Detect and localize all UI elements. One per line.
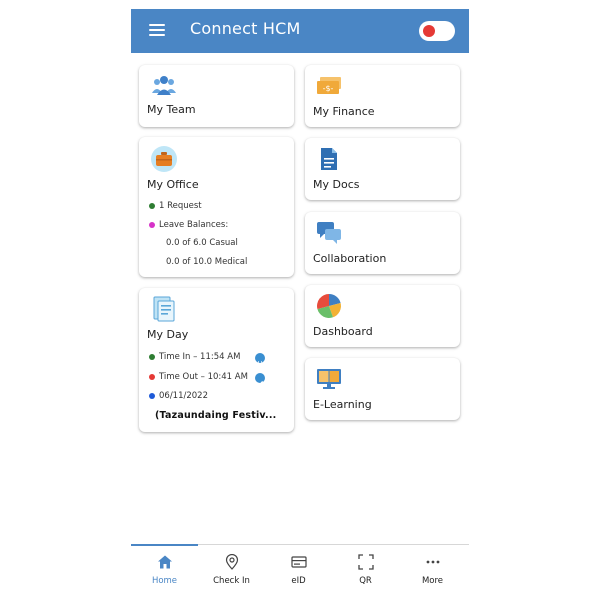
nav-item-eid[interactable]: eID <box>265 545 332 592</box>
card-title: My Day <box>147 328 189 341</box>
nav-item-check-in[interactable]: Check In <box>198 545 265 592</box>
card-elearning[interactable]: E-Learning <box>305 358 460 420</box>
chat-icon <box>317 222 341 244</box>
app-title: Connect HCM <box>190 19 301 38</box>
hamburger-menu-icon[interactable] <box>149 24 165 36</box>
book-icon <box>317 369 341 389</box>
nav-item-more[interactable]: More <box>399 545 466 592</box>
nav-label: Home <box>151 576 178 586</box>
card-title: E-Learning <box>313 398 372 411</box>
card-my-office[interactable]: My Office 1 Request Leave Balances: 0.0 … <box>139 137 294 277</box>
card-my-finance[interactable]: -$- My Finance <box>305 65 460 127</box>
nav-item-qr[interactable]: QR <box>332 545 399 592</box>
card-my-team[interactable]: My Team <box>139 65 294 127</box>
request-row[interactable]: 1 Request <box>149 201 202 211</box>
more-dots-icon <box>426 560 440 564</box>
status-dot <box>149 374 155 380</box>
toggle-knob <box>423 25 435 37</box>
home-badge-icon: H <box>255 353 265 368</box>
status-dot <box>149 203 155 209</box>
status-dot <box>149 393 155 399</box>
date-row: 06/11/2022 <box>149 391 208 401</box>
nav-label: More <box>421 576 444 586</box>
nav-label: QR <box>359 576 372 586</box>
id-card-icon <box>291 556 307 568</box>
location-pin-icon <box>225 554 239 570</box>
check-badge-icon <box>255 373 265 386</box>
qr-scan-icon <box>358 554 374 570</box>
briefcase-icon <box>151 146 177 172</box>
leave-balances-row: Leave Balances: <box>149 220 228 230</box>
card-title: My Docs <box>313 178 360 191</box>
status-dot <box>149 354 155 360</box>
time-out-text: Time Out – 10:41 AM <box>159 372 248 382</box>
time-in-text: Time In – 11:54 AM <box>159 352 241 362</box>
leave-casual: 0.0 of 6.0 Casual <box>166 238 238 248</box>
nav-label: Check In <box>213 576 250 586</box>
svg-text:H: H <box>258 361 263 368</box>
app-bar: Connect HCM <box>131 9 469 53</box>
status-dot <box>149 222 155 228</box>
card-my-docs[interactable]: My Docs <box>305 138 460 200</box>
active-indicator <box>131 544 198 546</box>
team-icon <box>152 76 176 95</box>
time-in-row: Time In – 11:54 AM <box>149 352 240 362</box>
time-out-row: Time Out – 10:41 AM <box>149 372 248 382</box>
nav-item-home[interactable]: Home <box>131 544 198 592</box>
leave-medical: 0.0 of 10.0 Medical <box>166 257 248 267</box>
card-my-day[interactable]: My Day Time In – 11:54 AM H Time Out – 1… <box>139 288 294 432</box>
status-toggle[interactable] <box>419 21 455 41</box>
bottom-nav: Home Check In eID QR More <box>131 544 469 592</box>
card-collaboration[interactable]: Collaboration <box>305 212 460 274</box>
card-title: My Office <box>147 178 199 191</box>
newspaper-icon <box>153 296 175 322</box>
card-title: Dashboard <box>313 325 373 338</box>
pie-chart-icon <box>317 294 341 318</box>
phone-screen: Connect HCM My Team -$- My Finance My Of… <box>131 9 469 592</box>
request-text: 1 Request <box>159 201 202 211</box>
date-text: 06/11/2022 <box>159 391 208 401</box>
card-title: My Finance <box>313 105 375 118</box>
card-dashboard[interactable]: Dashboard <box>305 285 460 347</box>
holiday-text: (Tazaundaing Festiv... <box>155 410 277 421</box>
nav-label: eID <box>291 576 306 586</box>
document-icon <box>321 148 337 170</box>
card-title: Collaboration <box>313 252 387 265</box>
svg-text:-$-: -$- <box>323 84 334 93</box>
money-icon: -$- <box>317 77 341 94</box>
card-title: My Team <box>147 103 196 116</box>
leave-balances-label: Leave Balances: <box>159 220 229 230</box>
home-icon <box>158 555 172 569</box>
